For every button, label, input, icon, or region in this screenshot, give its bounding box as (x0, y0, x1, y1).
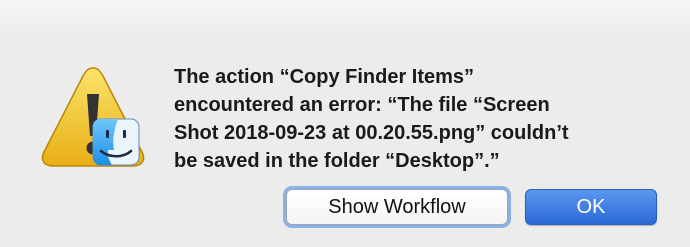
ok-button[interactable]: OK (525, 189, 657, 225)
dialog-top-edge (0, 0, 690, 34)
show-workflow-button[interactable]: Show Workflow (286, 189, 508, 225)
error-message: The action “Copy Finder Items” encounter… (174, 66, 569, 172)
finder-face-icon (92, 118, 140, 166)
